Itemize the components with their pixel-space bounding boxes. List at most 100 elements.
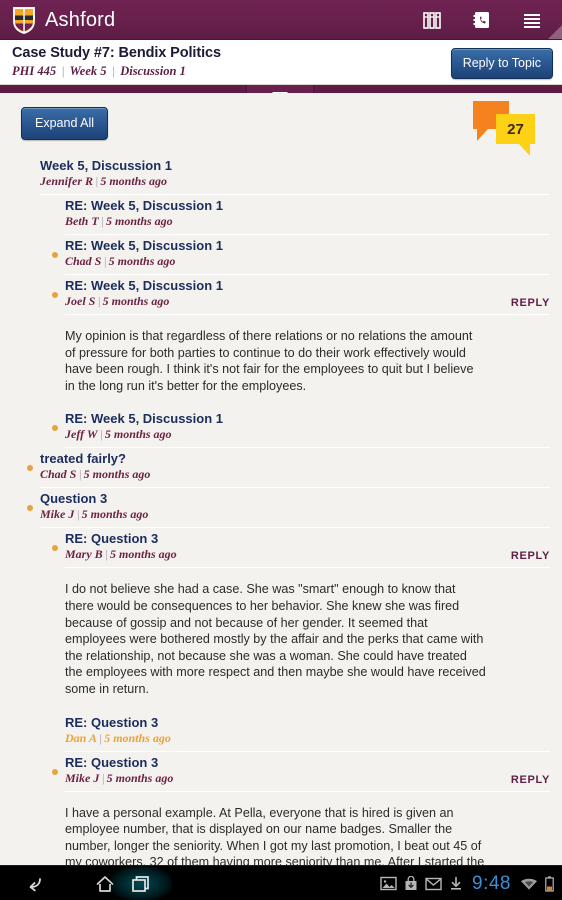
thread-item-author: Jennifer R (40, 174, 94, 188)
thread-node: RE: Week 5, Discussion 1 Jeff W | 5 months … (52, 408, 550, 449)
thread-item-meta: Mike J | 5 months ago (40, 507, 550, 522)
app-screen: Ashford Case Study #7: Bendix Politics P… (0, 0, 562, 900)
thread-item[interactable]: RE: Question 3 Mary B | 5 months ago REPLY (52, 528, 550, 567)
thread-item-author: Jeff W (65, 427, 98, 442)
nav-recents-icon[interactable] (110, 866, 172, 900)
thread-item-author: Mary B (65, 547, 103, 562)
meta-separator: | (99, 427, 103, 442)
battery-icon (545, 875, 554, 892)
thread-item-time: 5 months ago (104, 730, 171, 745)
thread-item-time: 5 months ago (109, 547, 177, 562)
thread-item-time: 5 months ago (104, 427, 172, 442)
thread-item-title: RE: Week 5, Discussion 1 (65, 411, 223, 427)
thread-item[interactable]: RE: Question 3 Mike J | 5 months ago REPLY (52, 752, 550, 791)
thread-item-title: Week 5, Discussion 1 (40, 158, 172, 173)
thread-item[interactable]: RE: Week 5, Discussion 1 Jeff W | 5 months … (52, 408, 550, 447)
app-install-icon (404, 876, 418, 891)
thread-item-meta: Chad S | 5 months ago (40, 467, 550, 482)
thread-item-title: Question 3 (40, 491, 108, 507)
hamburger-menu-icon[interactable] (520, 8, 544, 32)
nav-back-icon[interactable] (4, 866, 66, 900)
thread-item-author: Mike J (65, 770, 100, 785)
breadcrumb-week: Week 5 (69, 64, 107, 78)
unread-dot-icon (52, 252, 58, 258)
thread-item[interactable]: RE: Week 5, Discussion 1 Chad S | 5 months … (52, 235, 550, 274)
gmail-envelope-icon (425, 877, 442, 891)
thread-item-author: Dan A (65, 730, 97, 745)
library-icon[interactable] (420, 8, 444, 32)
meta-separator: | (97, 294, 101, 308)
thread-item-meta: Beth T | 5 months ago (65, 214, 550, 229)
thread-item[interactable]: Week 5, Discussion 1 Jennifer R | 5 months … (40, 155, 550, 194)
breadcrumb-sep-2: | (111, 64, 116, 78)
status-tray: 9:48 (380, 866, 554, 900)
reply-link[interactable]: REPLY (511, 774, 550, 786)
unread-dot-icon (52, 768, 58, 775)
meta-separator: | (104, 547, 108, 562)
reply-link[interactable]: REPLY (511, 550, 550, 562)
breadcrumb-course: PHI 445 (12, 64, 57, 78)
thread-item-meta: Chad S | 5 months ago (65, 254, 550, 269)
thread-item-title: RE: Question 3 (65, 531, 159, 547)
thread-item-title: RE: Question 3 (65, 714, 159, 730)
unread-count-badge[interactable]: 27 (473, 101, 535, 156)
badge-count: 27 (507, 120, 524, 138)
post-body: My opinion is that regardless of there r… (65, 329, 474, 393)
app-bar: Ashford (0, 0, 562, 40)
thread-item-meta: Mary B | 5 months ago (65, 547, 550, 562)
thread-item-title: RE: Week 5, Discussion 1 (65, 198, 223, 213)
unread-dot-icon (52, 292, 58, 298)
thread-node: RE: Question 3 Mike J | 5 months ago REPLY I… (52, 752, 550, 865)
reply-to-topic-button[interactable]: Reply to Topic (450, 48, 553, 79)
thread-item-author: Beth T (65, 214, 99, 228)
unread-dot-icon (27, 505, 33, 512)
thread-node: Week 5, Discussion 1 Jennifer R | 5 months … (40, 155, 550, 195)
thread-item-time: 5 months ago (81, 507, 149, 522)
status-clock: 9:48 (472, 873, 511, 894)
unread-dot-icon (52, 425, 58, 432)
thread-item-time: 5 months ago (105, 214, 173, 228)
breadcrumb-discussion: Discussion 1 (120, 64, 186, 78)
reply-link[interactable]: REPLY (511, 297, 550, 309)
thread-item[interactable]: Question 3 Mike J | 5 months ago (27, 488, 550, 527)
meta-separator: | (103, 254, 107, 268)
breadcrumb-sep-1: | (61, 64, 65, 78)
page-title: Case Study #7: Bendix Politics (12, 45, 221, 61)
thread-node: RE: Week 5, Discussion 1 Chad S | 5 months … (52, 235, 550, 275)
post-body: I have a personal example. At Pella, eve… (65, 805, 485, 865)
thread-node: RE: Question 3 Mary B | 5 months ago REPLY I … (52, 528, 550, 711)
thread-list: Week 5, Discussion 1 Jennifer R | 5 months … (0, 155, 562, 865)
download-icon (449, 876, 463, 891)
thread-item-meta: Jeff W | 5 months ago (65, 427, 550, 442)
unread-dot-icon (52, 545, 58, 552)
brand-logo[interactable]: Ashford (12, 6, 115, 34)
thread-item-time: 5 months ago (83, 467, 151, 482)
thread-item-time: 5 months ago (100, 174, 168, 188)
thread-item-meta: Jennifer R | 5 months ago (40, 174, 550, 189)
android-nav-bar: 9:48 (0, 865, 562, 900)
thread-item-author: Chad S (65, 254, 102, 268)
thread-item[interactable]: RE: Week 5, Discussion 1 Joel S | 5 months … (52, 275, 550, 314)
thread-item[interactable]: treated fairly? Chad S | 5 months ago (27, 448, 550, 487)
thread-item[interactable]: RE: Week 5, Discussion 1 Beth T | 5 months … (65, 195, 550, 234)
thread-item-title: treated fairly? (40, 451, 126, 467)
thread-node: treated fairly? Chad S | 5 months ago (27, 448, 550, 489)
thread-item-meta: Dan A | 5 months ago (65, 731, 550, 746)
expand-all-button[interactable]: Expand All (21, 107, 109, 140)
thread-item-title: RE: Question 3 (65, 754, 159, 770)
meta-separator: | (100, 214, 104, 228)
unread-dot-icon (27, 465, 33, 472)
thread-item-meta: Joel S | 5 months ago (65, 294, 550, 309)
contact-phone-icon[interactable] (470, 8, 494, 32)
resize-corner-icon (548, 25, 562, 39)
thread-item-author: Chad S (40, 467, 77, 482)
meta-separator: | (78, 467, 82, 482)
title-bar: Case Study #7: Bendix Politics PHI 445 |… (0, 40, 562, 85)
meta-separator: | (101, 770, 105, 785)
thread-item[interactable]: RE: Question 3 Dan A | 5 months ago (65, 712, 550, 751)
thread-item-meta: Mike J | 5 months ago (65, 771, 550, 786)
thread-item-title: RE: Week 5, Discussion 1 (65, 238, 223, 253)
breadcrumb: PHI 445 | Week 5 | Discussion 1 (12, 64, 186, 79)
thread-item-author: Mike J (40, 507, 75, 522)
thread-node: RE: Week 5, Discussion 1 Beth T | 5 months … (65, 195, 550, 235)
